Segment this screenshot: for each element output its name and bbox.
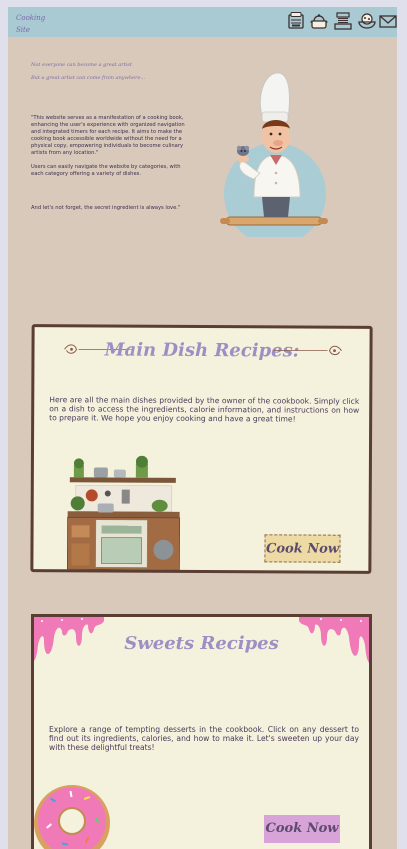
kitchen-appliance-icon[interactable] [333,11,353,31]
mail-icon[interactable] [378,11,397,31]
page: Cooking Site Not everyone can become a g… [8,7,397,849]
brand-line-1: Cooking [16,14,46,22]
cooking-pot-icon[interactable] [309,11,329,31]
sweets-card: Sweets Recipes Explore a range of tempti… [31,614,372,849]
sweets-description: Explore a range of tempting desserts in … [49,725,359,752]
main-dish-description: Here are all the main dishes provided by… [49,395,360,424]
dish-bowl-icon[interactable] [357,11,377,31]
kitchen-stove-illustration [66,455,181,571]
intro-text: "This website serves as a manifestation … [31,115,189,219]
recipe-book-icon[interactable] [286,11,306,31]
donut-illustration [34,785,110,849]
intro-paragraph-3: And let's not forget, the secret ingredi… [31,205,181,211]
intro-paragraph-1: "This website serves as a manifestation … [31,115,185,156]
chef-illustration [220,72,328,237]
brand-line-2: Site [16,26,30,34]
intro-paragraph-2: Users can easily navigate the website by… [31,164,181,177]
hero-quote-line-2: But a great artist can come from anywher… [31,75,146,81]
sweets-cook-now-button[interactable]: Cook Now [264,815,340,843]
site-logo[interactable]: Cooking Site [16,12,56,36]
sweets-title: Sweets Recipes [124,633,279,654]
navbar: Cooking Site [8,7,397,37]
main-dish-card: Main Dish Recipes: Here are all the main… [30,324,373,574]
right-flourish-icon [273,345,342,356]
main-dish-cook-now-button[interactable]: Cook Now [264,534,341,563]
hero-quote-line-1: Not everyone can become a great artist [31,62,132,68]
